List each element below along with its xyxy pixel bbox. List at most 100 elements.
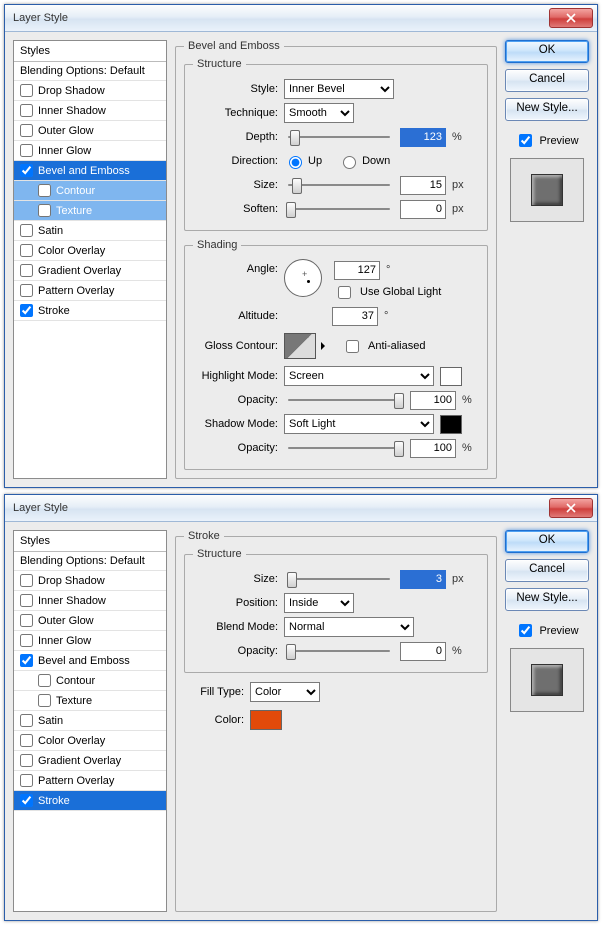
style-select[interactable]: Inner Bevel [284,79,394,99]
styles-item[interactable]: Texture [14,691,166,711]
styles-item[interactable]: Drop Shadow [14,81,166,101]
styles-item-checkbox[interactable] [20,734,33,747]
opacity-slider[interactable] [284,642,394,660]
styles-item[interactable]: Outer Glow [14,121,166,141]
styles-item-checkbox[interactable] [20,84,33,97]
fill-type-select[interactable]: Color [250,682,320,702]
styles-item[interactable]: Inner Shadow [14,591,166,611]
styles-item-checkbox[interactable] [38,204,51,217]
styles-item[interactable]: Texture [14,201,166,221]
stroke-color-swatch[interactable] [250,710,282,730]
depth-slider[interactable] [284,128,394,146]
anti-aliased-checkbox[interactable] [346,340,359,353]
blend-mode-select[interactable]: Normal [284,617,414,637]
new-style-button[interactable]: New Style... [505,588,589,611]
styles-item[interactable]: Inner Glow [14,631,166,651]
new-style-button[interactable]: New Style... [505,98,589,121]
styles-item[interactable]: Color Overlay [14,241,166,261]
styles-item[interactable]: Drop Shadow [14,571,166,591]
styles-item-checkbox[interactable] [38,674,51,687]
shadow-opacity-input[interactable] [410,439,456,458]
styles-item[interactable]: Outer Glow [14,611,166,631]
cancel-button[interactable]: Cancel [505,559,589,582]
styles-item[interactable]: Bevel and Emboss [14,161,166,181]
preview-checkbox[interactable] [519,624,532,637]
styles-item[interactable]: Contour [14,181,166,201]
blending-options[interactable]: Blending Options: Default [14,552,166,571]
styles-item[interactable]: Gradient Overlay [14,261,166,281]
styles-item[interactable]: Pattern Overlay [14,771,166,791]
stroke-section: Stroke Structure Size: px Position: Insi… [175,530,497,912]
styles-item-checkbox[interactable] [20,244,33,257]
ok-button[interactable]: OK [505,40,589,63]
styles-item[interactable]: Bevel and Emboss [14,651,166,671]
styles-item-checkbox[interactable] [20,264,33,277]
opacity-input[interactable] [400,642,446,661]
close-button[interactable] [549,498,593,518]
styles-item-checkbox[interactable] [20,614,33,627]
styles-item[interactable]: Satin [14,711,166,731]
technique-select[interactable]: Smooth [284,103,354,123]
position-select[interactable]: Inside [284,593,354,613]
angle-unit: ° [386,264,402,276]
altitude-input[interactable] [332,307,378,326]
use-global-light-checkbox[interactable] [338,286,351,299]
styles-item-checkbox[interactable] [20,164,33,177]
shadow-opacity-slider[interactable] [284,439,404,457]
styles-item-checkbox[interactable] [20,794,33,807]
styles-item[interactable]: Contour [14,671,166,691]
highlight-mode-select[interactable]: Screen [284,366,434,386]
gloss-contour-picker[interactable] [284,333,316,359]
blending-options[interactable]: Blending Options: Default [14,62,166,81]
size-input[interactable] [400,570,446,589]
styles-item-checkbox[interactable] [20,574,33,587]
shadow-mode-select[interactable]: Soft Light [284,414,434,434]
styles-item-checkbox[interactable] [38,184,51,197]
size-slider[interactable] [284,176,394,194]
styles-item-checkbox[interactable] [20,714,33,727]
styles-item-checkbox[interactable] [20,654,33,667]
titlebar[interactable]: Layer Style [5,495,597,522]
highlight-opacity-slider[interactable] [284,391,404,409]
styles-item-checkbox[interactable] [20,634,33,647]
preview-checkbox[interactable] [519,134,532,147]
styles-item-checkbox[interactable] [38,694,51,707]
styles-item[interactable]: Inner Glow [14,141,166,161]
styles-item[interactable]: Color Overlay [14,731,166,751]
depth-input[interactable] [400,128,446,147]
styles-item-checkbox[interactable] [20,144,33,157]
styles-item-checkbox[interactable] [20,594,33,607]
highlight-color-swatch[interactable] [440,367,462,386]
styles-item-checkbox[interactable] [20,124,33,137]
styles-item-checkbox[interactable] [20,304,33,317]
angle-input[interactable] [334,261,380,280]
styles-item-label: Inner Shadow [38,595,106,607]
preview-box [510,158,584,222]
direction-up-radio[interactable]: Up [284,153,322,169]
shadow-color-swatch[interactable] [440,415,462,434]
styles-item-checkbox[interactable] [20,774,33,787]
styles-item-checkbox[interactable] [20,284,33,297]
styles-item-checkbox[interactable] [20,224,33,237]
styles-item[interactable]: Pattern Overlay [14,281,166,301]
styles-item[interactable]: Inner Shadow [14,101,166,121]
size-input[interactable] [400,176,446,195]
styles-item[interactable]: Stroke [14,301,166,321]
cancel-button[interactable]: Cancel [505,69,589,92]
styles-item[interactable]: Stroke [14,791,166,811]
direction-down-radio[interactable]: Down [338,153,390,169]
close-button[interactable] [549,8,593,28]
soften-input[interactable] [400,200,446,219]
styles-item-label: Gradient Overlay [38,755,121,767]
soften-slider[interactable] [284,200,394,218]
position-label: Position: [193,597,278,609]
styles-item[interactable]: Gradient Overlay [14,751,166,771]
titlebar[interactable]: Layer Style [5,5,597,32]
styles-item-checkbox[interactable] [20,754,33,767]
size-slider[interactable] [284,570,394,588]
ok-button[interactable]: OK [505,530,589,553]
highlight-opacity-input[interactable] [410,391,456,410]
angle-dial[interactable]: + [284,259,322,297]
styles-item[interactable]: Satin [14,221,166,241]
styles-item-checkbox[interactable] [20,104,33,117]
